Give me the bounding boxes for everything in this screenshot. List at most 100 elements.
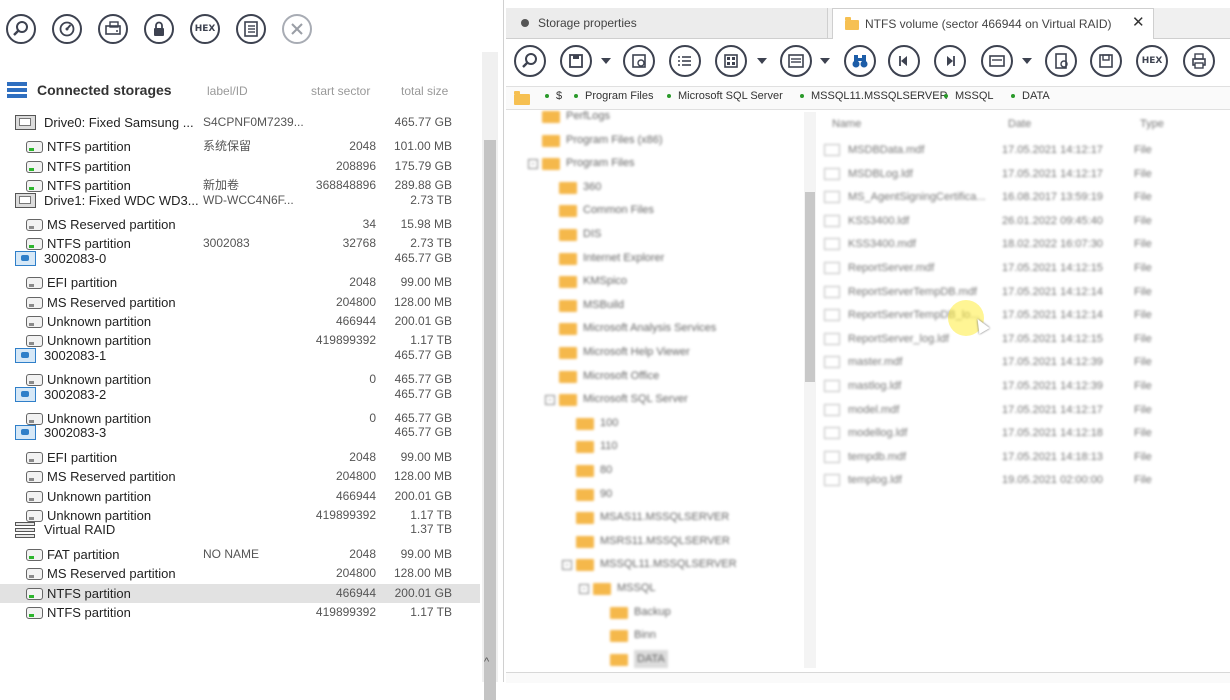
file-list: Name Date Type MSDBData.mdf 17.05.2021 14… (818, 110, 1230, 670)
file-type: File (1134, 191, 1152, 204)
save-image-button[interactable] (1090, 45, 1122, 77)
dropdown-arrow-icon[interactable] (757, 58, 767, 64)
storage-row[interactable]: MS Reserved partition 204800 128.00 MB (0, 564, 480, 583)
list-button[interactable] (669, 45, 701, 77)
close-storage-button[interactable] (282, 14, 312, 44)
file-row[interactable]: mastlog.ldf 17.05.2021 14:12:39 File (824, 377, 1224, 395)
file-row[interactable]: tempdb.mdf 17.05.2021 14:18:13 File (824, 448, 1224, 466)
file-row[interactable]: MSDBLog.ldf 17.05.2021 14:12:17 File (824, 165, 1224, 183)
search-button[interactable] (514, 45, 546, 77)
breadcrumb-item[interactable]: Microsoft SQL Server (678, 90, 783, 102)
storage-row[interactable]: 3002083-0 465.77 GB (0, 249, 480, 268)
breadcrumb-item[interactable]: $ (556, 90, 562, 102)
panel-layout-button[interactable] (780, 45, 812, 77)
folder-icon (559, 205, 577, 218)
tab-ntfs-volume[interactable]: NTFS volume (sector 466944 on Virtual RA… (832, 8, 1154, 39)
folder-name: 360 (583, 180, 602, 193)
folder-tree-scrollbar[interactable] (804, 112, 816, 668)
storage-row[interactable]: 3002083-1 465.77 GB (0, 346, 480, 365)
view-mode-button[interactable] (715, 45, 747, 77)
storage-row[interactable]: Unknown partition 466944 200.01 GB (0, 487, 480, 506)
storage-row[interactable]: EFI partition 2048 99.00 MB (0, 448, 480, 467)
file-row[interactable]: ReportServer_log.ldf 17.05.2021 14:12:15 F… (824, 330, 1224, 348)
next-button[interactable] (934, 45, 966, 77)
file-row[interactable]: master.mdf 17.05.2021 14:12:39 File (824, 353, 1224, 371)
storage-row[interactable]: Virtual RAID 1.37 TB (0, 520, 480, 539)
file-row[interactable]: model.mdf 17.05.2021 14:12:17 File (824, 401, 1224, 419)
storage-row[interactable]: NTFS partition 419899392 1.17 TB (0, 603, 480, 622)
col-header-name[interactable]: Name (832, 118, 861, 130)
lock-button[interactable] (144, 14, 174, 44)
storage-row[interactable]: FAT partition NO NAME 2048 99.00 MB (0, 545, 480, 564)
file-row[interactable]: MSDBData.mdf 17.05.2021 14:12:17 File (824, 141, 1224, 159)
file-row[interactable]: KSS3400.mdf 18.02.2022 16:07:30 File (824, 235, 1224, 253)
storage-row[interactable]: 3002083-2 465.77 GB (0, 385, 480, 404)
file-icon (824, 403, 840, 416)
folder-icon (559, 394, 577, 407)
save-files-button[interactable] (623, 45, 655, 77)
storage-row[interactable]: NTFS partition 466944 200.01 GB (0, 583, 480, 603)
scrollbar-thumb[interactable] (805, 192, 815, 382)
collapse-toggle-icon[interactable]: - (545, 395, 555, 406)
properties-button[interactable] (1045, 45, 1077, 77)
storage-tree-scrollbar[interactable]: ^ (482, 52, 498, 700)
col-header-start-sector[interactable]: start sector (311, 84, 370, 98)
breadcrumb-item[interactable]: MSSQL (955, 90, 994, 102)
file-date: 17.05.2021 14:12:17 (1002, 144, 1103, 156)
hex-button[interactable]: HEX (190, 14, 220, 44)
dropdown-arrow-icon[interactable] (1022, 58, 1032, 64)
scroll-up-arrow-icon[interactable]: ^ (484, 656, 489, 668)
collapse-toggle-icon[interactable]: - (579, 584, 589, 594)
storage-row[interactable]: MS Reserved partition 34 15.98 MB (0, 215, 480, 234)
file-row[interactable]: modellog.ldf 17.05.2021 14:12:18 File (824, 424, 1224, 442)
storage-row[interactable]: Drive0: Fixed Samsung ... S4CPNF0M7239...… (0, 113, 480, 132)
breadcrumb-item[interactable]: Program Files (585, 90, 653, 102)
storage-row[interactable]: EFI partition 2048 99.00 MB (0, 273, 480, 292)
file-row[interactable]: templog.ldf 19.05.2021 02:00:00 File (824, 471, 1224, 489)
file-row[interactable]: ReportServerTempDB.mdf 17.05.2021 14:12:1… (824, 283, 1224, 301)
storage-name: EFI partition (47, 449, 118, 465)
storage-row[interactable]: NTFS partition 系统保留 2048 101.00 MB (0, 137, 480, 156)
prev-button[interactable] (888, 45, 920, 77)
collapse-toggle-icon[interactable]: - (562, 560, 572, 571)
storage-row[interactable]: Drive1: Fixed WDC WD3... WD-WCC4N6F... 2.7… (0, 191, 480, 210)
image-button[interactable] (98, 14, 128, 44)
storage-row[interactable]: MS Reserved partition 204800 128.00 MB (0, 293, 480, 312)
col-header-label[interactable]: label/ID (207, 84, 248, 98)
storage-row[interactable]: Unknown partition 466944 200.01 GB (0, 312, 480, 331)
collapse-toggle-icon[interactable]: - (528, 159, 538, 170)
scrollbar-thumb[interactable] (484, 140, 496, 700)
file-name: master.mdf (848, 356, 903, 369)
breadcrumb-item[interactable]: MSSQL11.MSSQLSERVER (811, 90, 948, 102)
file-row[interactable]: ReportServerTempDB_lo... 17.05.2021 14:12… (824, 306, 1224, 324)
dropdown-arrow-icon[interactable] (601, 58, 611, 64)
dropdown-arrow-icon[interactable] (820, 58, 830, 64)
breadcrumb-item[interactable]: DATA (1022, 90, 1050, 102)
scan-button[interactable] (52, 14, 82, 44)
folder-name: Program Files (566, 157, 635, 170)
file-date: 26.01.2022 09:45:40 (1002, 214, 1103, 227)
file-preview-button[interactable] (981, 45, 1013, 77)
file-row[interactable]: MS_AgentSigningCertifica... 16.08.2017 13… (824, 188, 1224, 206)
file-date: 17.05.2021 14:12:18 (1002, 427, 1103, 440)
storage-row[interactable]: NTFS partition 208896 175.79 GB (0, 157, 480, 176)
hex-button[interactable]: HEX (1136, 45, 1168, 77)
file-row[interactable]: KSS3400.ldf 26.01.2022 09:45:40 File (824, 212, 1224, 230)
list-button[interactable] (236, 14, 266, 44)
save-button[interactable] (560, 45, 592, 77)
print-button[interactable] (1183, 45, 1215, 77)
col-header-total-size[interactable]: total size (401, 84, 448, 98)
hex-icon: HEX (1141, 56, 1163, 66)
partition-icon (26, 471, 43, 484)
breadcrumb-separator-icon (1011, 94, 1015, 98)
tab-storage-properties[interactable]: Storage properties (506, 8, 828, 38)
search-button[interactable] (6, 14, 36, 44)
col-header-type[interactable]: Type (1140, 118, 1164, 130)
tab-close-button[interactable]: ✕ (1132, 8, 1152, 38)
find-binoculars-button[interactable] (844, 45, 876, 77)
file-row[interactable]: ReportServer.mdf 17.05.2021 14:12:15 File (824, 259, 1224, 277)
storage-row[interactable]: 3002083-3 465.77 GB (0, 423, 480, 442)
total-size: 128.00 MB (393, 566, 452, 581)
col-header-date[interactable]: Date (1008, 118, 1031, 130)
storage-row[interactable]: MS Reserved partition 204800 128.00 MB (0, 467, 480, 486)
